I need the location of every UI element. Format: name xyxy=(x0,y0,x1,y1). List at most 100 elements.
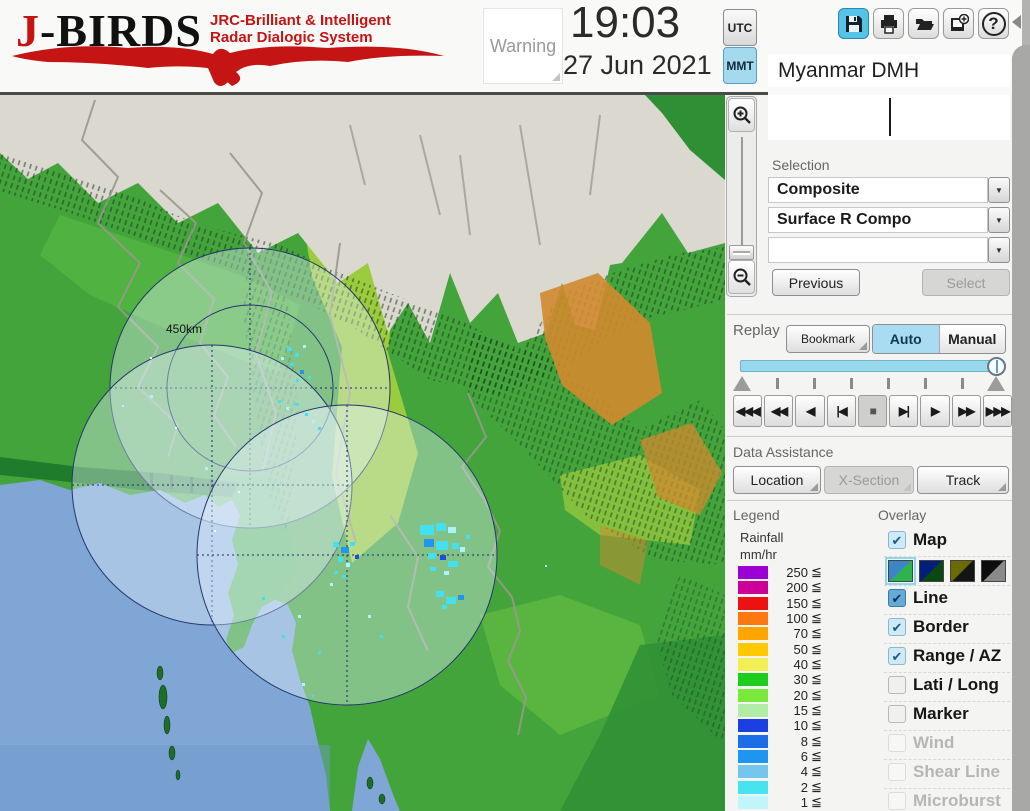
map-style-swatch-1[interactable] xyxy=(885,557,916,585)
fast-forward-3x-button[interactable]: ▶▶▶ xyxy=(982,395,1012,427)
legend-value: 150 xyxy=(786,596,808,611)
map-zoom-widget xyxy=(726,96,757,297)
replay-slider-handle[interactable] xyxy=(987,357,1006,376)
legend-entry: 250 ≦ xyxy=(733,565,893,579)
play-reverse-button[interactable]: ◀ xyxy=(795,395,825,427)
select-button[interactable]: Select xyxy=(922,269,1010,296)
checkbox-microburst[interactable] xyxy=(888,792,906,810)
legend-swatch xyxy=(738,566,768,579)
legend-swatch xyxy=(738,612,768,625)
track-button[interactable]: Track xyxy=(917,466,1009,494)
slider-end-marker[interactable] xyxy=(987,376,1005,391)
open-folder-button[interactable] xyxy=(908,8,939,39)
timezone-mmt-button[interactable]: MMT xyxy=(723,47,757,84)
slider-tick xyxy=(850,378,853,389)
section-divider xyxy=(727,314,1012,315)
legend-value: 70 xyxy=(793,626,808,641)
legend-swatch xyxy=(738,597,768,610)
overlay-separator xyxy=(884,614,1010,615)
checkbox-range-az[interactable]: ✔ xyxy=(888,647,906,665)
checkbox-marker[interactable] xyxy=(888,705,906,723)
legend-suffix: ≦ xyxy=(811,579,822,594)
menu-fold-icon xyxy=(810,483,818,491)
checkbox-shear-line[interactable] xyxy=(888,763,906,781)
map-style-swatch-2[interactable] xyxy=(919,560,944,582)
status-info-box xyxy=(768,95,1010,140)
legend-suffix: ≦ xyxy=(811,733,822,748)
auto-mode-button[interactable]: Auto xyxy=(873,325,939,353)
checkbox-map[interactable]: ✔ xyxy=(888,531,906,549)
map-style-swatch-3[interactable] xyxy=(950,560,975,582)
legend-value: 40 xyxy=(793,657,808,672)
chevron-down-icon: ▼ xyxy=(995,185,1003,195)
legend-suffix: ≦ xyxy=(811,595,822,610)
section-divider xyxy=(727,500,1012,501)
product-dropdown[interactable]: Surface R Compo xyxy=(768,207,988,233)
collapse-arrow-icon[interactable] xyxy=(1012,15,1021,29)
fast-rewind-button[interactable]: ◀◀ xyxy=(764,395,794,427)
legend-unit: mm/hr xyxy=(740,547,777,562)
checkbox-wind[interactable] xyxy=(888,734,906,752)
legend-swatch xyxy=(738,781,768,794)
radar-map-canvas[interactable]: 450km xyxy=(0,95,725,811)
map-style-swatch-4[interactable] xyxy=(981,560,1006,582)
checkbox-line[interactable]: ✔ xyxy=(888,589,906,607)
x-section-button[interactable]: X-Section xyxy=(824,466,914,494)
timezone-utc-button[interactable]: UTC xyxy=(723,9,757,46)
overlay-separator xyxy=(884,759,1010,760)
checkbox-border[interactable]: ✔ xyxy=(888,618,906,636)
stop-button[interactable]: ■ xyxy=(857,395,888,427)
zoom-out-button[interactable] xyxy=(728,260,755,294)
previous-button[interactable]: Previous xyxy=(772,269,860,296)
composite-dropdown[interactable]: Composite xyxy=(768,177,988,203)
play-button[interactable]: ▶ xyxy=(920,395,950,427)
overlay-item-wind[interactable]: Wind xyxy=(888,733,1012,753)
legend-suffix: ≦ xyxy=(811,671,822,686)
add-image-button[interactable] xyxy=(943,8,974,39)
eagle-logo-icon xyxy=(12,46,444,86)
zoom-slider-handle[interactable] xyxy=(729,245,754,260)
save-button[interactable] xyxy=(838,8,869,39)
legend-entry: 30 ≦ xyxy=(733,671,893,687)
overlay-item-line[interactable]: ✔ Line xyxy=(888,588,1012,608)
overlay-item-lati-long[interactable]: Lati / Long xyxy=(888,675,1012,695)
legend-swatch xyxy=(738,735,768,748)
handle-mark xyxy=(995,360,998,373)
overlay-item-marker[interactable]: Marker xyxy=(888,704,1012,724)
slider-tick xyxy=(776,378,779,389)
option-dropdown-arrow[interactable]: ▼ xyxy=(988,237,1010,263)
help-button[interactable]: ? xyxy=(978,8,1009,39)
panel-collapse-bar[interactable] xyxy=(1012,45,1030,811)
legend-entry: 4 ≦ xyxy=(733,764,893,778)
legend-entry: 40 ≦ xyxy=(733,657,893,672)
composite-dropdown-arrow[interactable]: ▼ xyxy=(988,177,1010,203)
overlay-item-map[interactable]: ✔ Map xyxy=(888,530,1012,550)
bookmark-button[interactable]: Bookmark xyxy=(786,325,870,353)
legend-swatch xyxy=(738,750,768,763)
legend-entry: 50 ≦ xyxy=(733,642,893,656)
overlay-item-border[interactable]: ✔ Border xyxy=(888,617,1012,637)
legend-suffix: ≦ xyxy=(811,717,822,732)
legend-value: 30 xyxy=(793,672,808,687)
slider-start-marker[interactable] xyxy=(733,376,751,391)
legend-value: 1 xyxy=(800,795,808,810)
replay-slider-track[interactable] xyxy=(740,360,1002,372)
overlay-item-microburst[interactable]: Microburst xyxy=(888,791,1012,811)
checkbox-lati-long[interactable] xyxy=(888,676,906,694)
warning-button[interactable]: Warning xyxy=(483,8,563,84)
step-forward-button[interactable]: ▶| xyxy=(889,395,919,427)
location-button[interactable]: Location xyxy=(733,466,821,494)
overlay-item-range-az[interactable]: ✔ Range / AZ xyxy=(888,646,1012,666)
fast-forward-button[interactable]: ▶▶ xyxy=(951,395,981,427)
overlay-item-shear-line[interactable]: Shear Line xyxy=(888,762,1012,782)
legend-suffix: ≦ xyxy=(811,625,822,640)
step-back-button[interactable]: |◀ xyxy=(826,395,856,427)
product-dropdown-arrow[interactable]: ▼ xyxy=(988,207,1010,233)
fast-rewind-3x-button[interactable]: ◀◀◀ xyxy=(733,395,763,427)
zoom-in-button[interactable] xyxy=(728,98,755,132)
zoom-slider-track[interactable] xyxy=(741,137,743,249)
legend-entry: 70 ≦ xyxy=(733,625,893,641)
manual-mode-button[interactable]: Manual xyxy=(938,325,1005,353)
print-button[interactable] xyxy=(873,8,904,39)
option-dropdown[interactable] xyxy=(768,237,988,263)
